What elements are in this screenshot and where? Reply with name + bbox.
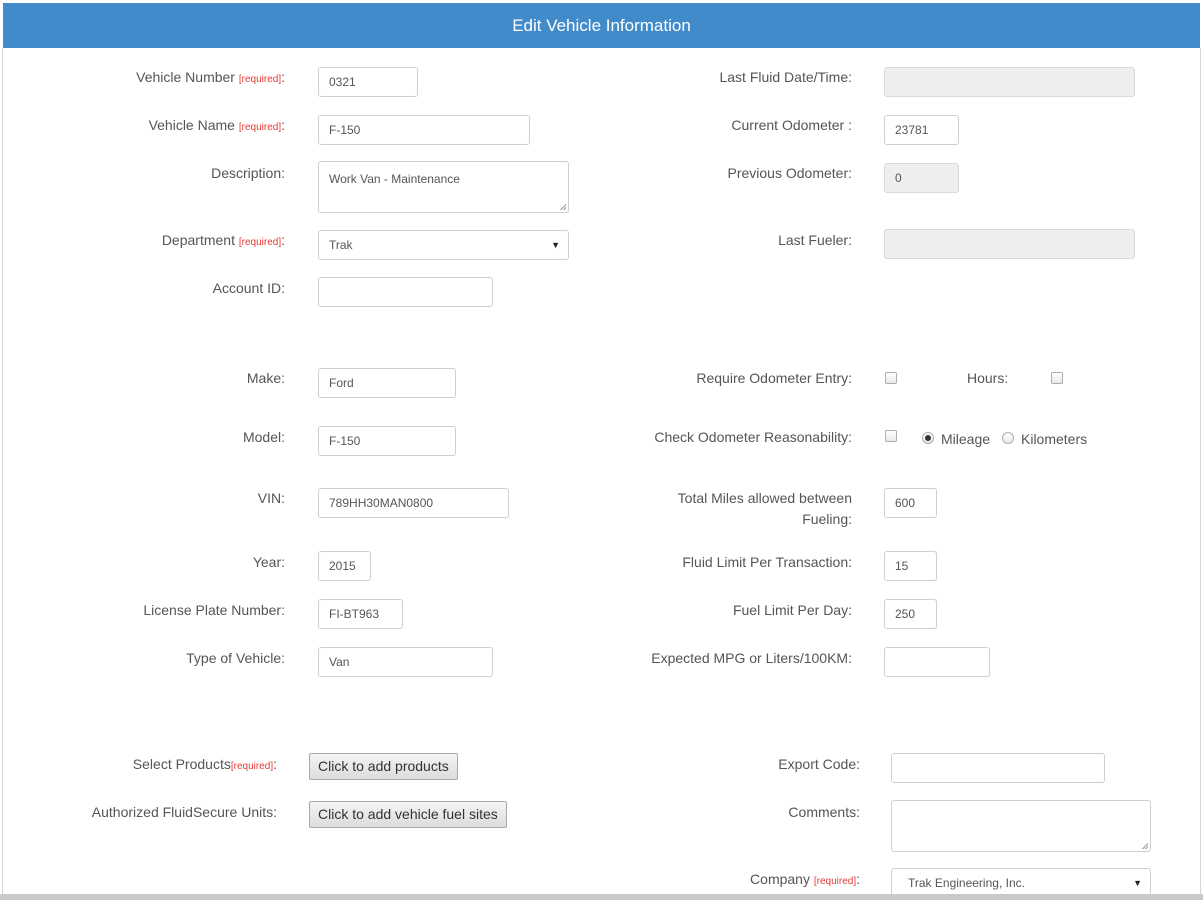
required-marker: [required] (813, 876, 857, 887)
department-select[interactable]: Trak ▼ (318, 230, 569, 260)
model-input[interactable]: F-150 (318, 426, 456, 456)
vin-label: VIN: (257, 490, 285, 506)
add-products-button[interactable]: Click to add products (309, 753, 458, 780)
fuel-limit-day-label: Fuel Limit Per Day: (732, 602, 852, 618)
check-reasonability-label: Check Odometer Reasonability: (654, 429, 852, 445)
select-products-label: Select Products[required]: (132, 756, 277, 772)
vehicle-number-label: Vehicle Number [required]: (136, 69, 285, 85)
comments-textarea[interactable] (891, 800, 1151, 852)
require-odometer-checkbox[interactable] (885, 372, 897, 384)
vehicle-number-input[interactable]: 0321 (318, 67, 418, 97)
panel-header: Edit Vehicle Information (3, 3, 1200, 48)
comments-label: Comments: (788, 804, 860, 820)
license-plate-label: License Plate Number: (143, 602, 285, 618)
account-id-label: Account ID: (212, 280, 285, 296)
year-label: Year: (252, 554, 285, 570)
model-label: Model: (242, 429, 285, 445)
total-miles-label: Total Miles allowed between Fueling: (677, 490, 852, 527)
bottom-scrollbar[interactable] (0, 894, 1203, 900)
resize-grip-icon[interactable] (1141, 842, 1148, 849)
last-fluid-label: Last Fluid Date/Time: (719, 69, 852, 85)
dropdown-caret-icon: ▼ (1133, 878, 1142, 888)
vin-input[interactable]: 789HH30MAN0800 (318, 488, 509, 518)
current-odometer-input[interactable]: 23781 (884, 115, 959, 145)
vehicle-name-input[interactable]: F-150 (318, 115, 530, 145)
mileage-label: Mileage (941, 431, 991, 447)
company-value: Trak Engineering, Inc. (908, 876, 1025, 890)
kilometers-label: Kilometers (1021, 431, 1088, 447)
license-plate-input[interactable]: FI-BT963 (318, 599, 403, 629)
last-fueler-label: Last Fueler: (778, 232, 852, 248)
previous-odometer-label: Previous Odometer: (727, 165, 853, 181)
authorized-units-label: Authorized FluidSecure Units: (91, 804, 277, 820)
fluid-limit-tx-label: Fluid Limit Per Transaction: (682, 554, 852, 570)
hours-label: Hours: (967, 370, 1009, 386)
last-fueler-input (884, 229, 1135, 259)
fuel-limit-day-input[interactable]: 250 (884, 599, 937, 629)
fluid-limit-tx-input[interactable]: 15 (884, 551, 937, 581)
account-id-input[interactable] (318, 277, 493, 307)
current-odometer-label: Current Odometer : (731, 117, 852, 133)
expected-mpg-input[interactable] (884, 647, 990, 677)
description-label: Description: (211, 165, 285, 181)
page-title: Edit Vehicle Information (512, 15, 691, 35)
required-marker: [required] (238, 74, 282, 85)
description-value: Work Van - Maintenance (329, 172, 460, 186)
resize-grip-icon[interactable] (559, 203, 566, 210)
vehicle-type-label: Type of Vehicle: (186, 650, 285, 666)
last-fluid-input (884, 67, 1135, 97)
require-odometer-label: Require Odometer Entry: (696, 370, 852, 386)
vehicle-name-label: Vehicle Name [required]: (148, 117, 285, 133)
required-marker: [required] (238, 122, 282, 133)
department-label: Department [required]: (161, 232, 285, 248)
make-input[interactable]: Ford (318, 368, 456, 398)
export-code-input[interactable] (891, 753, 1105, 783)
check-reasonability-checkbox[interactable] (885, 430, 897, 442)
add-fuel-sites-button[interactable]: Click to add vehicle fuel sites (309, 801, 507, 828)
year-input[interactable]: 2015 (318, 551, 371, 581)
expected-mpg-label: Expected MPG or Liters/100KM: (651, 650, 852, 666)
department-value: Trak (329, 238, 353, 252)
previous-odometer-input: 0 (884, 163, 959, 193)
kilometers-radio[interactable] (1002, 432, 1014, 444)
hours-checkbox[interactable] (1051, 372, 1063, 384)
make-label: Make: (246, 370, 285, 386)
mileage-radio[interactable] (922, 432, 934, 444)
required-marker: [required] (230, 761, 274, 772)
export-code-label: Export Code: (778, 756, 860, 772)
company-label: Company [required]: (750, 871, 860, 887)
description-textarea[interactable]: Work Van - Maintenance (318, 161, 569, 213)
total-miles-input[interactable]: 600 (884, 488, 937, 518)
vehicle-type-input[interactable]: Van (318, 647, 493, 677)
required-marker: [required] (238, 237, 282, 248)
dropdown-caret-icon: ▼ (551, 240, 560, 250)
